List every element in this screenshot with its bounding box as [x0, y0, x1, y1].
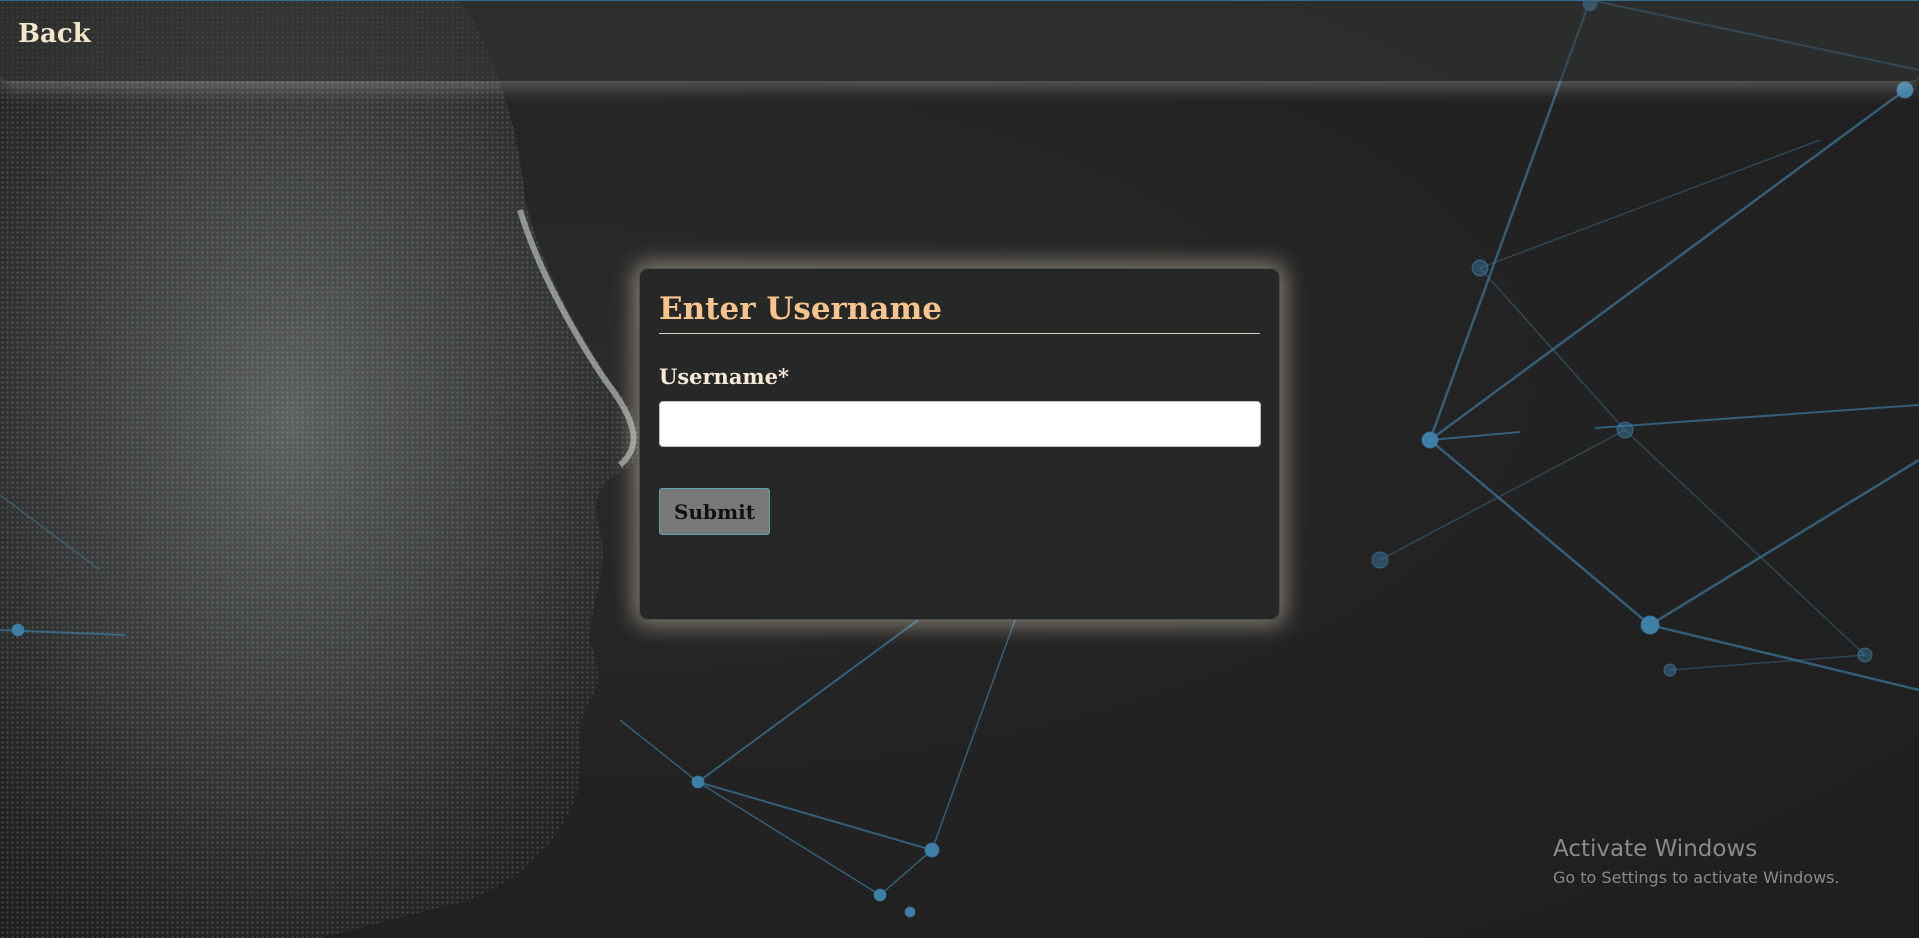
username-form-card: Enter Username Username* Submit	[639, 268, 1280, 620]
username-input[interactable]	[659, 401, 1261, 447]
page-background: Back Enter Username Username* Submit Act…	[0, 0, 1919, 938]
top-nav-bar: Back	[0, 0, 1919, 82]
watermark-subtitle: Go to Settings to activate Windows.	[1553, 868, 1840, 887]
back-link[interactable]: Back	[18, 19, 91, 49]
form-title: Enter Username	[659, 291, 1260, 334]
face-silhouette-image	[0, 0, 643, 938]
activate-windows-watermark: Activate Windows Go to Settings to activ…	[1553, 836, 1840, 887]
watermark-title: Activate Windows	[1553, 836, 1758, 862]
username-label: Username*	[659, 364, 789, 389]
submit-button[interactable]: Submit	[659, 488, 770, 535]
